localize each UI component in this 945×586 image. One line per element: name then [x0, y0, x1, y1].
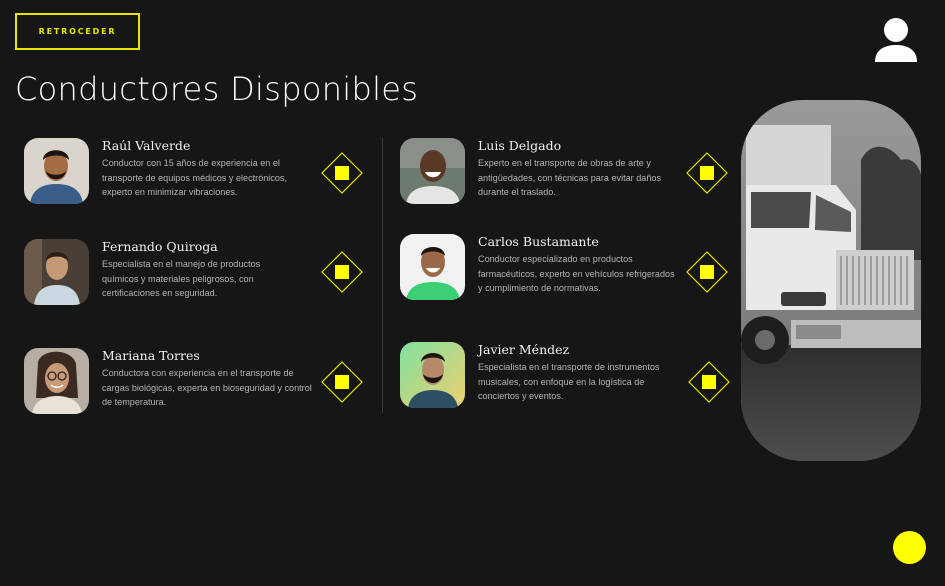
- driver-avatar: [24, 348, 89, 414]
- driver-avatar: [400, 342, 465, 408]
- driver-avatar: [24, 138, 89, 204]
- driver-card-fernando-quiroga: Fernando Quiroga Especialista en el mane…: [24, 239, 314, 309]
- driver-name: Fernando Quiroga: [102, 239, 218, 254]
- driver-name: Javier Méndez: [478, 342, 570, 357]
- select-driver-button[interactable]: [321, 152, 363, 194]
- truck-image: [741, 100, 921, 461]
- driver-card-luis-delgado: Luis Delgado Experto en el transporte de…: [400, 138, 685, 208]
- select-driver-button[interactable]: [321, 361, 363, 403]
- driver-description: Especialista en el transporte de instrum…: [478, 362, 660, 402]
- driver-avatar: [400, 234, 465, 300]
- user-icon[interactable]: [872, 16, 920, 66]
- driver-name: Carlos Bustamante: [478, 234, 599, 249]
- driver-card-mariana-torres: Mariana Torres Conductora con experienci…: [24, 348, 314, 418]
- select-driver-button[interactable]: [686, 152, 728, 194]
- driver-description: Conductora con experiencia en el transpo…: [102, 368, 312, 408]
- back-button[interactable]: RETROCEDER: [15, 13, 140, 50]
- driver-avatar: [24, 239, 89, 305]
- select-driver-button[interactable]: [688, 361, 730, 403]
- driver-description: Experto en el transporte de obras de art…: [478, 158, 662, 198]
- page-title: Conductores Disponibles: [15, 70, 419, 108]
- driver-card-javier-mendez: Javier Méndez Especialista en el transpo…: [400, 342, 685, 412]
- driver-description: Conductor especializado en productos far…: [478, 254, 675, 294]
- column-divider: [382, 138, 383, 413]
- driver-description: Conductor con 15 años de experiencia en …: [102, 158, 288, 198]
- select-driver-button[interactable]: [321, 251, 363, 293]
- driver-avatar: [400, 138, 465, 204]
- floating-action-button[interactable]: [893, 531, 926, 564]
- driver-name: Raúl Valverde: [102, 138, 191, 153]
- driver-card-carlos-bustamante: Carlos Bustamante Conductor especializad…: [400, 234, 685, 304]
- driver-card-raul-valverde: Raúl Valverde Conductor con 15 años de e…: [24, 138, 314, 208]
- driver-name: Luis Delgado: [478, 138, 562, 153]
- driver-description: Especialista en el manejo de productos q…: [102, 259, 261, 299]
- select-driver-button[interactable]: [686, 251, 728, 293]
- driver-name: Mariana Torres: [102, 348, 200, 363]
